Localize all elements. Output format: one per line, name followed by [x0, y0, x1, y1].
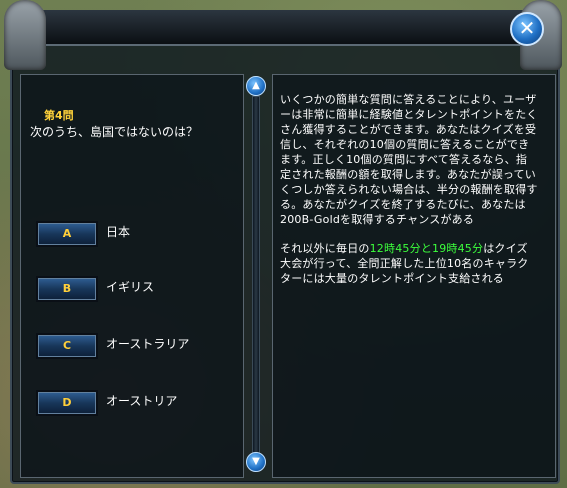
close-x-icon: ✕ — [518, 16, 536, 40]
answer-c-label: オーストラリア — [106, 337, 190, 351]
description-paragraph-2: それ以外に毎日の12時45分と19時45分はクイズ大会が行って、全問正解した上位… — [280, 241, 538, 286]
close-button[interactable]: ✕ — [510, 12, 544, 46]
answer-option-b: B イギリス — [36, 276, 216, 302]
scroll-down-icon[interactable]: ▼ — [246, 452, 266, 472]
desc-text-segment: それ以外に毎日の — [280, 242, 370, 255]
answer-d-button[interactable]: D — [36, 390, 98, 416]
answer-option-d: D オーストリア — [36, 390, 216, 416]
quiz-description: いくつかの簡単な質問に答えることにより、ユーザーは非常に簡単に経験値とタレントポ… — [280, 92, 538, 300]
answer-a-button[interactable]: A — [36, 221, 98, 247]
quiz-time-1: 12時45分 — [369, 242, 421, 255]
quiz-time-connector: と — [420, 242, 433, 255]
answer-c-button[interactable]: C — [36, 333, 98, 359]
answer-option-c: C オーストラリア — [36, 333, 216, 359]
question-text: 次のうち、島国ではないのは？ — [30, 125, 199, 139]
question-number: 第4問 — [44, 109, 74, 122]
answer-a-label: 日本 — [106, 225, 131, 239]
answer-b-button[interactable]: B — [36, 276, 98, 302]
answer-d-label: オーストリア — [106, 394, 178, 408]
scroll-up-icon[interactable]: ▲ — [246, 76, 266, 96]
scrollbar[interactable]: ▲ ▼ — [246, 74, 266, 474]
answer-b-label: イギリス — [106, 280, 155, 294]
scroll-track[interactable] — [252, 96, 260, 454]
quiz-time-2: 19時45分 — [432, 242, 484, 255]
answer-option-a: A 日本 — [36, 221, 216, 247]
title-bar[interactable] — [10, 10, 556, 46]
gargoyle-ornament-left-icon — [4, 0, 46, 70]
description-paragraph-1: いくつかの簡単な質問に答えることにより、ユーザーは非常に簡単に経験値とタレントポ… — [280, 93, 538, 226]
